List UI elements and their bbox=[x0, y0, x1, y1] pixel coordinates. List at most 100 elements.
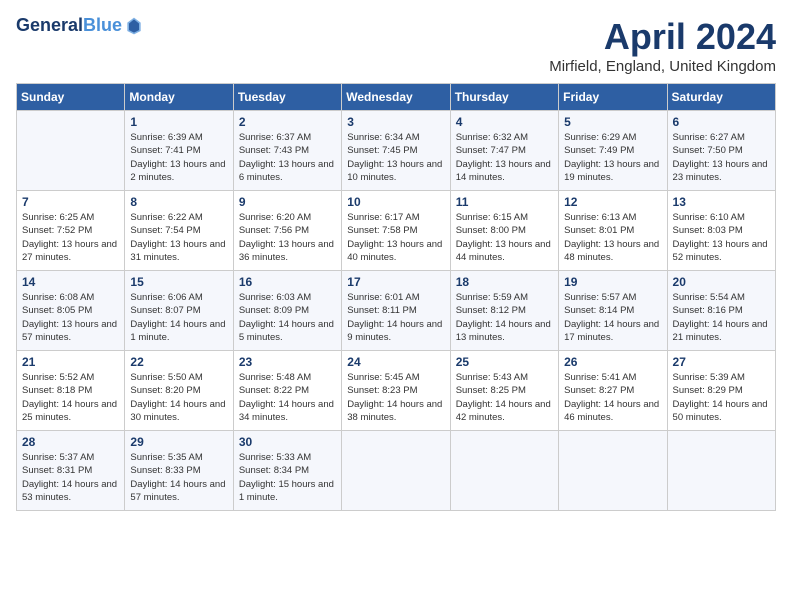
day-number: 28 bbox=[22, 435, 119, 449]
calendar-day: 25Sunrise: 5:43 AM Sunset: 8:25 PM Dayli… bbox=[450, 351, 558, 431]
calendar-day: 6 Sunrise: 6:27 AM Sunset: 7:50 PM Daylig… bbox=[667, 111, 775, 191]
calendar-day: 2 Sunrise: 6:37 AM Sunset: 7:43 PM Daylig… bbox=[233, 111, 341, 191]
calendar-day: 5 Sunrise: 6:29 AM Sunset: 7:49 PM Daylig… bbox=[559, 111, 667, 191]
day-info: Sunrise: 6:27 AM Sunset: 7:50 PM Dayligh… bbox=[673, 131, 770, 184]
day-number: 4 bbox=[456, 115, 553, 129]
day-number: 1 bbox=[130, 115, 227, 129]
calendar-week: 1 Sunrise: 6:39 AM Sunset: 7:41 PM Daylig… bbox=[17, 111, 776, 191]
day-number: 2 bbox=[239, 115, 336, 129]
calendar-day bbox=[17, 111, 125, 191]
weekday-header-cell: Monday bbox=[125, 84, 233, 111]
day-info: Sunrise: 5:54 AM Sunset: 8:16 PM Dayligh… bbox=[673, 291, 770, 344]
calendar-day: 28 Sunrise: 5:37 AM Sunset: 8:31 PM Dayli… bbox=[17, 431, 125, 511]
calendar-day: 27Sunrise: 5:39 AM Sunset: 8:29 PM Dayli… bbox=[667, 351, 775, 431]
day-number: 17 bbox=[347, 275, 444, 289]
page-header: GeneralBlue April 2024 Mirfield, England… bbox=[16, 16, 776, 75]
calendar-body: 1 Sunrise: 6:39 AM Sunset: 7:41 PM Daylig… bbox=[17, 111, 776, 511]
calendar-day: 4 Sunrise: 6:32 AM Sunset: 7:47 PM Daylig… bbox=[450, 111, 558, 191]
day-number: 20 bbox=[673, 275, 770, 289]
day-number: 7 bbox=[22, 195, 119, 209]
weekday-header-cell: Sunday bbox=[17, 84, 125, 111]
calendar-week: 7 Sunrise: 6:25 AM Sunset: 7:52 PM Daylig… bbox=[17, 191, 776, 271]
calendar-day: 11 Sunrise: 6:15 AM Sunset: 8:00 PM Dayli… bbox=[450, 191, 558, 271]
calendar-week: 21 Sunrise: 5:52 AM Sunset: 8:18 PM Dayli… bbox=[17, 351, 776, 431]
day-info: Sunrise: 6:03 AM Sunset: 8:09 PM Dayligh… bbox=[239, 291, 336, 344]
day-number: 5 bbox=[564, 115, 661, 129]
day-info: Sunrise: 6:37 AM Sunset: 7:43 PM Dayligh… bbox=[239, 131, 336, 184]
calendar-day: 22 Sunrise: 5:50 AM Sunset: 8:20 PM Dayli… bbox=[125, 351, 233, 431]
calendar-day: 20 Sunrise: 5:54 AM Sunset: 8:16 PM Dayli… bbox=[667, 271, 775, 351]
day-info: Sunrise: 5:33 AM Sunset: 8:34 PM Dayligh… bbox=[239, 451, 336, 504]
day-info: Sunrise: 6:22 AM Sunset: 7:54 PM Dayligh… bbox=[130, 211, 227, 264]
calendar-day: 13Sunrise: 6:10 AM Sunset: 8:03 PM Dayli… bbox=[667, 191, 775, 271]
weekday-header-cell: Thursday bbox=[450, 84, 558, 111]
calendar-day: 15 Sunrise: 6:06 AM Sunset: 8:07 PM Dayli… bbox=[125, 271, 233, 351]
calendar-day: 29 Sunrise: 5:35 AM Sunset: 8:33 PM Dayli… bbox=[125, 431, 233, 511]
day-info: Sunrise: 6:20 AM Sunset: 7:56 PM Dayligh… bbox=[239, 211, 336, 264]
calendar-day: 1 Sunrise: 6:39 AM Sunset: 7:41 PM Daylig… bbox=[125, 111, 233, 191]
weekday-header-cell: Friday bbox=[559, 84, 667, 111]
day-number: 16 bbox=[239, 275, 336, 289]
day-info: Sunrise: 6:06 AM Sunset: 8:07 PM Dayligh… bbox=[130, 291, 227, 344]
calendar-day: 7 Sunrise: 6:25 AM Sunset: 7:52 PM Daylig… bbox=[17, 191, 125, 271]
day-number: 23 bbox=[239, 355, 336, 369]
weekday-header: SundayMondayTuesdayWednesdayThursdayFrid… bbox=[17, 84, 776, 111]
calendar-day: 23 Sunrise: 5:48 AM Sunset: 8:22 PM Dayli… bbox=[233, 351, 341, 431]
day-info: Sunrise: 6:39 AM Sunset: 7:41 PM Dayligh… bbox=[130, 131, 227, 184]
weekday-header-cell: Wednesday bbox=[342, 84, 450, 111]
month-title: April 2024 bbox=[549, 16, 776, 58]
day-info: Sunrise: 5:37 AM Sunset: 8:31 PM Dayligh… bbox=[22, 451, 119, 504]
day-number: 18 bbox=[456, 275, 553, 289]
day-number: 11 bbox=[456, 195, 553, 209]
day-number: 29 bbox=[130, 435, 227, 449]
calendar-day: 9Sunrise: 6:20 AM Sunset: 7:56 PM Daylig… bbox=[233, 191, 341, 271]
day-info: Sunrise: 5:59 AM Sunset: 8:12 PM Dayligh… bbox=[456, 291, 553, 344]
weekday-header-cell: Saturday bbox=[667, 84, 775, 111]
day-info: Sunrise: 5:45 AM Sunset: 8:23 PM Dayligh… bbox=[347, 371, 444, 424]
calendar-day: 16 Sunrise: 6:03 AM Sunset: 8:09 PM Dayli… bbox=[233, 271, 341, 351]
calendar-day: 3Sunrise: 6:34 AM Sunset: 7:45 PM Daylig… bbox=[342, 111, 450, 191]
calendar-day: 18 Sunrise: 5:59 AM Sunset: 8:12 PM Dayli… bbox=[450, 271, 558, 351]
day-info: Sunrise: 5:48 AM Sunset: 8:22 PM Dayligh… bbox=[239, 371, 336, 424]
calendar-day bbox=[342, 431, 450, 511]
day-info: Sunrise: 6:13 AM Sunset: 8:01 PM Dayligh… bbox=[564, 211, 661, 264]
location: Mirfield, England, United Kingdom bbox=[549, 58, 776, 75]
day-number: 8 bbox=[130, 195, 227, 209]
day-info: Sunrise: 6:17 AM Sunset: 7:58 PM Dayligh… bbox=[347, 211, 444, 264]
day-info: Sunrise: 6:15 AM Sunset: 8:00 PM Dayligh… bbox=[456, 211, 553, 264]
day-number: 30 bbox=[239, 435, 336, 449]
day-number: 12 bbox=[564, 195, 661, 209]
day-info: Sunrise: 6:29 AM Sunset: 7:49 PM Dayligh… bbox=[564, 131, 661, 184]
calendar-day: 8 Sunrise: 6:22 AM Sunset: 7:54 PM Daylig… bbox=[125, 191, 233, 271]
day-info: Sunrise: 6:08 AM Sunset: 8:05 PM Dayligh… bbox=[22, 291, 119, 344]
day-number: 22 bbox=[130, 355, 227, 369]
calendar-day: 24 Sunrise: 5:45 AM Sunset: 8:23 PM Dayli… bbox=[342, 351, 450, 431]
day-info: Sunrise: 5:41 AM Sunset: 8:27 PM Dayligh… bbox=[564, 371, 661, 424]
day-info: Sunrise: 6:25 AM Sunset: 7:52 PM Dayligh… bbox=[22, 211, 119, 264]
day-number: 13 bbox=[673, 195, 770, 209]
calendar-day: 21 Sunrise: 5:52 AM Sunset: 8:18 PM Dayli… bbox=[17, 351, 125, 431]
day-info: Sunrise: 6:34 AM Sunset: 7:45 PM Dayligh… bbox=[347, 131, 444, 184]
day-number: 24 bbox=[347, 355, 444, 369]
day-info: Sunrise: 5:50 AM Sunset: 8:20 PM Dayligh… bbox=[130, 371, 227, 424]
day-info: Sunrise: 6:32 AM Sunset: 7:47 PM Dayligh… bbox=[456, 131, 553, 184]
calendar-day bbox=[667, 431, 775, 511]
title-area: April 2024 Mirfield, England, United Kin… bbox=[549, 16, 776, 75]
calendar-day: 30 Sunrise: 5:33 AM Sunset: 8:34 PM Dayli… bbox=[233, 431, 341, 511]
day-info: Sunrise: 5:39 AM Sunset: 8:29 PM Dayligh… bbox=[673, 371, 770, 424]
day-info: Sunrise: 6:01 AM Sunset: 8:11 PM Dayligh… bbox=[347, 291, 444, 344]
day-number: 21 bbox=[22, 355, 119, 369]
calendar-day: 10Sunrise: 6:17 AM Sunset: 7:58 PM Dayli… bbox=[342, 191, 450, 271]
calendar-day: 14Sunrise: 6:08 AM Sunset: 8:05 PM Dayli… bbox=[17, 271, 125, 351]
logo-text: GeneralBlue bbox=[16, 16, 122, 36]
weekday-header-cell: Tuesday bbox=[233, 84, 341, 111]
calendar-day bbox=[559, 431, 667, 511]
day-info: Sunrise: 5:43 AM Sunset: 8:25 PM Dayligh… bbox=[456, 371, 553, 424]
logo: GeneralBlue bbox=[16, 16, 144, 36]
day-number: 15 bbox=[130, 275, 227, 289]
day-info: Sunrise: 5:35 AM Sunset: 8:33 PM Dayligh… bbox=[130, 451, 227, 504]
day-info: Sunrise: 5:52 AM Sunset: 8:18 PM Dayligh… bbox=[22, 371, 119, 424]
day-number: 6 bbox=[673, 115, 770, 129]
calendar-table: SundayMondayTuesdayWednesdayThursdayFrid… bbox=[16, 83, 776, 511]
calendar-day bbox=[450, 431, 558, 511]
